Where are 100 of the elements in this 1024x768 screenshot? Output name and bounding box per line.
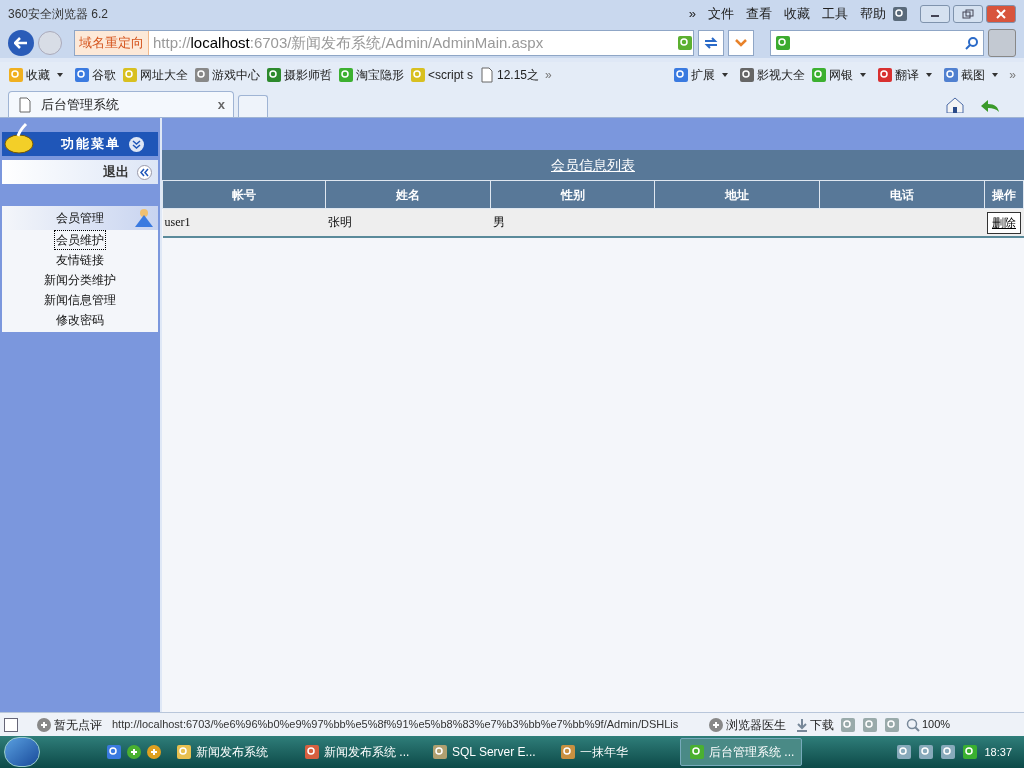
taskbar-button[interactable]: SQL Server E... (424, 738, 546, 766)
bookmark-icon (943, 67, 960, 83)
column-header: 帐号 (162, 180, 326, 209)
menu-item[interactable]: 文件 (708, 4, 734, 24)
bookmark-icon (74, 67, 90, 83)
bookmark-icon (410, 67, 426, 83)
start-button[interactable] (4, 737, 40, 767)
more-bookmarks-button[interactable]: » (545, 66, 552, 84)
bookmark-icon (739, 67, 756, 83)
restore-button[interactable] (953, 5, 983, 23)
url-text: http://localhost:6703/新闻发布系统/Admin/AdminMain.aspx (153, 32, 544, 53)
more-tools-button[interactable]: » (1009, 66, 1016, 84)
quicklaunch-icon[interactable] (146, 744, 162, 760)
minimize-button[interactable] (920, 5, 950, 23)
table-title-link[interactable]: 会员信息列表 (551, 154, 635, 176)
browser-tab[interactable]: 后台管理系统 x (8, 91, 234, 117)
menu-title: 功能菜单 (61, 135, 121, 154)
taskbar-button[interactable]: 后台管理系统 ... (680, 738, 802, 766)
restore-icon (962, 9, 974, 19)
bookmark-link[interactable]: 影视大全 (739, 66, 806, 84)
quicklaunch-icon[interactable] (106, 744, 122, 760)
dropdown-button[interactable] (728, 30, 754, 56)
chevron-icon (735, 39, 747, 47)
app-icon (176, 744, 192, 760)
sidebar-link[interactable]: 新闻分类维护 (42, 270, 118, 290)
search-field[interactable] (770, 30, 984, 56)
column-header: 电话 (819, 180, 985, 209)
sidebar-link[interactable]: 友情链接 (54, 250, 106, 270)
home-icon[interactable] (946, 97, 964, 113)
app-icon (560, 744, 576, 760)
sidebar-toggle-icon[interactable] (4, 717, 18, 732)
dropdown-button[interactable]: 收藏 (8, 66, 68, 84)
bookmark-link[interactable]: 谷歌 (74, 66, 116, 84)
search-icon[interactable] (965, 36, 979, 50)
dropdown-button[interactable]: 网银 (811, 66, 872, 84)
window-title: 360安全浏览器 6.2 (8, 6, 109, 23)
menu-item[interactable]: 收藏 (784, 4, 810, 24)
table-cell: user1 (162, 208, 326, 237)
person-icon (134, 208, 154, 228)
app-icon (689, 744, 705, 760)
bookmark-icon (338, 67, 354, 83)
redirect-badge: 域名重定向 (75, 31, 149, 55)
column-header: 姓名 (325, 180, 491, 209)
bookmark-icon (877, 67, 894, 83)
delete-button[interactable]: 删除 (987, 212, 1021, 235)
page-icon (17, 96, 33, 113)
bookmark-icon (194, 67, 210, 83)
sidebar-link[interactable]: 新闻信息管理 (42, 290, 118, 310)
clock: 18:37 (984, 744, 1012, 760)
close-icon (995, 9, 1007, 19)
column-header: 操作 (984, 180, 1024, 209)
quicklaunch-icon[interactable] (126, 744, 142, 760)
menu-item[interactable]: 工具 (822, 4, 848, 24)
download-button[interactable]: 下载 (796, 715, 834, 734)
address-field[interactable]: 域名重定向 http://localhost:6703/新闻发布系统/Admin/AdminMain.aspx (74, 30, 694, 56)
doctor-button[interactable]: 浏览器医生 (708, 715, 786, 734)
close-button[interactable] (986, 5, 1016, 23)
menu-item[interactable]: 帮助 (860, 4, 886, 24)
bookmark-link[interactable]: 网址大全 (122, 66, 188, 84)
sidebar-link[interactable]: 修改密码 (54, 310, 106, 330)
bookmark-link[interactable]: <script s (410, 66, 473, 84)
taskbar-button[interactable]: 新闻发布系统 ... (296, 738, 418, 766)
app-icon (304, 744, 320, 760)
dropdown-button[interactable]: 翻译 (877, 66, 938, 84)
switch-engine-button[interactable] (698, 30, 724, 56)
swap-arrows-icon (704, 37, 718, 49)
collapse-icon[interactable] (137, 164, 152, 180)
bookmark-link[interactable]: 淘宝隐形 (338, 66, 404, 84)
dropdown-button[interactable]: 扩展 (673, 66, 734, 84)
bookmark-link[interactable]: 游戏中心 (194, 66, 260, 84)
back-arrow-icon[interactable] (980, 99, 1000, 113)
table-cell: 男 (490, 208, 655, 237)
sidebar-link[interactable]: 会员维护 (54, 230, 106, 250)
bookmark-icon (673, 67, 690, 83)
bookmark-icon (122, 67, 138, 83)
bookmark-icon (479, 67, 495, 83)
status-url: http://localhost:6703/%e6%96%b0%e9%97%bb%e5%8f%91%e5%b8%83%e7%b3%bb%e7%bb%9f/Admin/DSHLis (112, 717, 680, 733)
bookmark-icon (8, 67, 24, 83)
bookmark-icon (266, 67, 282, 83)
taskbar-button[interactable]: 一抹年华 (552, 738, 674, 766)
bookmark-link[interactable]: 12.15之 (479, 66, 540, 84)
download-icon (796, 717, 808, 732)
back-arrow-icon (14, 37, 28, 49)
menu-item[interactable]: 查看 (746, 4, 772, 24)
bag-icon (4, 122, 36, 154)
magnifier-icon (906, 717, 920, 732)
dropdown-button[interactable]: 截图 (943, 66, 1004, 84)
zoom-button[interactable]: 100% (906, 716, 951, 733)
expand-icon[interactable] (129, 136, 144, 152)
app-icon (432, 744, 448, 760)
close-tab-button[interactable]: x (217, 94, 225, 115)
taskbar-button[interactable]: 新闻发布系统 (168, 738, 290, 766)
bookmark-link[interactable]: 摄影师哲 (266, 66, 332, 84)
logout-button[interactable]: 退出 (2, 160, 158, 184)
column-header: 地址 (654, 180, 820, 209)
rating-button[interactable]: 暂无点评 (36, 715, 102, 734)
bookmark-icon (811, 67, 828, 83)
more-menu-button[interactable]: » (688, 4, 696, 24)
back-button[interactable] (8, 30, 34, 56)
column-header: 性别 (490, 180, 655, 209)
